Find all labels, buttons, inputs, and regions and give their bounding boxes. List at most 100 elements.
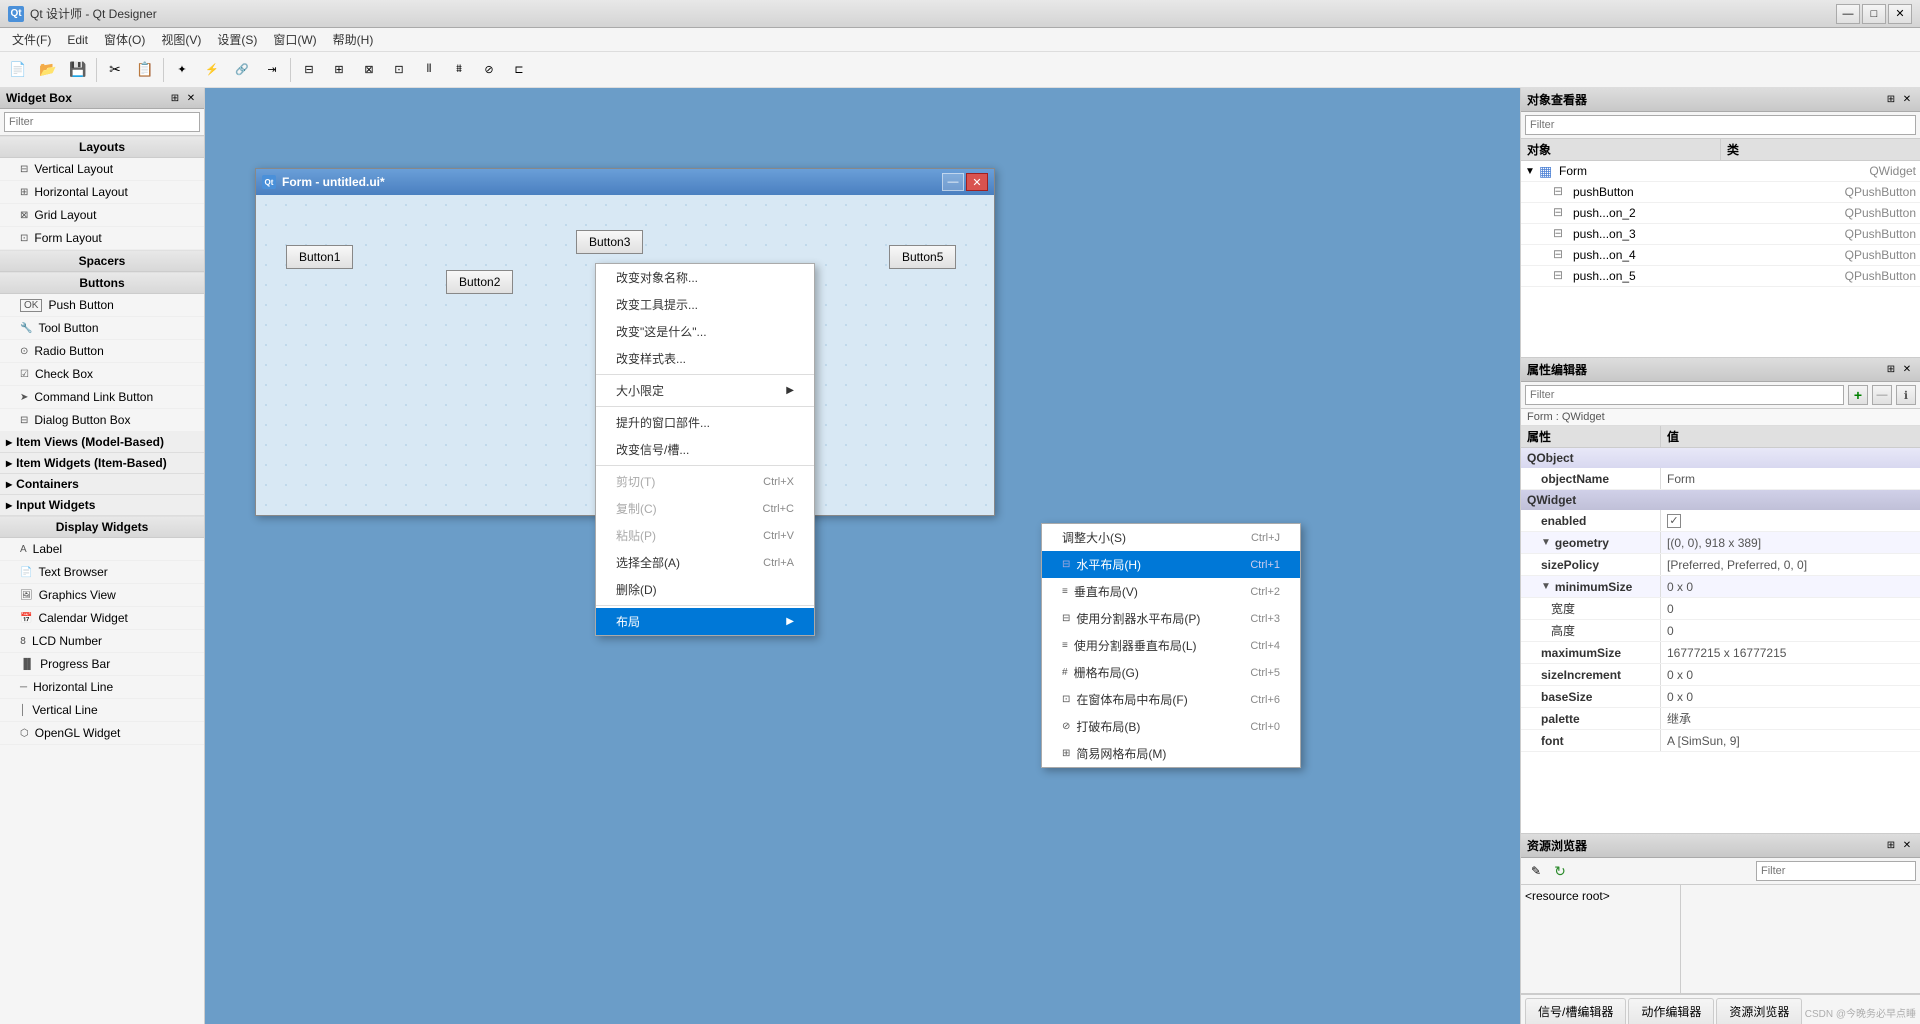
- minsize-expand-arrow[interactable]: ▼: [1541, 581, 1551, 592]
- prop-table[interactable]: QObject objectName Form QWidget enabled …: [1521, 448, 1920, 833]
- ctx-change-name[interactable]: 改变对象名称...: [596, 264, 814, 291]
- toolbar-form[interactable]: ⊡: [385, 56, 413, 84]
- item-views-group[interactable]: ▶ Item Views (Model-Based): [0, 432, 204, 453]
- sub-adjust-size[interactable]: 调整大小(S) Ctrl+J: [1042, 524, 1300, 551]
- tab-resource-browser[interactable]: 资源浏览器: [1716, 998, 1802, 1024]
- ctx-paste[interactable]: 粘贴(P) Ctrl+V: [596, 522, 814, 549]
- minimize-button[interactable]: —: [1836, 4, 1860, 24]
- resource-filter-input[interactable]: [1756, 861, 1916, 881]
- toolbar-hlayout[interactable]: ⊟: [295, 56, 323, 84]
- prop-editor-float[interactable]: ⊞: [1884, 363, 1898, 377]
- prop-row-palette[interactable]: palette 继承: [1521, 708, 1920, 730]
- prop-row-height[interactable]: 高度 0: [1521, 620, 1920, 642]
- wb-item-command-link-button[interactable]: ➤ Command Link Button: [0, 386, 204, 409]
- sub-vlayout[interactable]: ≡ 垂直布局(V) Ctrl+2: [1042, 578, 1300, 605]
- sub-splitter-h[interactable]: ⊟ 使用分割器水平布局(P) Ctrl+3: [1042, 605, 1300, 632]
- wb-item-progress-bar[interactable]: ▐▌ Progress Bar: [0, 653, 204, 676]
- resource-browser-float[interactable]: ⊞: [1884, 839, 1898, 853]
- form-button-3[interactable]: Button3: [576, 230, 643, 254]
- prop-row-font[interactable]: font A [SimSun, 9]: [1521, 730, 1920, 752]
- prop-row-sizeincrement[interactable]: sizeIncrement 0 x 0: [1521, 664, 1920, 686]
- menu-help[interactable]: 帮助(H): [325, 29, 382, 50]
- prop-info-btn[interactable]: ℹ: [1896, 385, 1916, 405]
- geometry-expand-arrow[interactable]: ▼: [1541, 537, 1551, 548]
- toolbar-cut[interactable]: ✂: [101, 56, 129, 84]
- widget-box-float[interactable]: ⊞: [168, 91, 182, 105]
- obj-inspector-close[interactable]: ✕: [1900, 93, 1914, 107]
- ctx-change-stylesheet[interactable]: 改变样式表...: [596, 345, 814, 372]
- toolbar-split-v[interactable]: ⩩: [445, 56, 473, 84]
- wb-item-horizontal-layout[interactable]: ⊞ Horizontal Layout: [0, 181, 204, 204]
- menu-settings[interactable]: 设置(S): [209, 29, 265, 50]
- toolbar-open[interactable]: 📂: [34, 56, 62, 84]
- prop-value-objectname[interactable]: Form: [1661, 468, 1920, 489]
- ctx-delete[interactable]: 删除(D): [596, 576, 814, 603]
- form-button-5[interactable]: Button5: [889, 245, 956, 269]
- wb-item-lcd-number[interactable]: 8 LCD Number: [0, 630, 204, 653]
- obj-row-form[interactable]: ▼ ▦ Form QWidget: [1521, 161, 1920, 182]
- prop-row-basesize[interactable]: baseSize 0 x 0: [1521, 686, 1920, 708]
- prop-value-enabled[interactable]: ✓: [1661, 510, 1920, 531]
- wb-item-radio-button[interactable]: ⊙ Radio Button: [0, 340, 204, 363]
- sub-form[interactable]: ⊡ 在窗体布局中布局(F) Ctrl+6: [1042, 686, 1300, 713]
- item-widgets-group[interactable]: ▶ Item Widgets (Item-Based): [0, 453, 204, 474]
- wb-item-calendar-widget[interactable]: 📅 Calendar Widget: [0, 607, 204, 630]
- toolbar-vlayout[interactable]: ⊞: [325, 56, 353, 84]
- tab-action-editor[interactable]: 动作编辑器: [1628, 998, 1714, 1024]
- tab-signal-slot[interactable]: 信号/槽编辑器: [1525, 998, 1626, 1024]
- ctx-layout[interactable]: 布局 ▶: [596, 608, 814, 635]
- obj-row-pb2[interactable]: ⊟ push...on_2 QPushButton: [1521, 203, 1920, 224]
- sub-simple-grid[interactable]: ⊞ 简易网格布局(M): [1042, 740, 1300, 767]
- prop-row-objectname[interactable]: objectName Form: [1521, 468, 1920, 490]
- prop-row-maxsize[interactable]: maximumSize 16777215 x 16777215: [1521, 642, 1920, 664]
- ctx-size-constraint[interactable]: 大小限定 ▶: [596, 377, 814, 404]
- obj-row-pb3[interactable]: ⊟ push...on_3 QPushButton: [1521, 224, 1920, 245]
- prop-editor-close[interactable]: ✕: [1900, 363, 1914, 377]
- wb-item-graphics-view[interactable]: 🖼 Graphics View: [0, 584, 204, 607]
- close-button[interactable]: ✕: [1888, 4, 1912, 24]
- prop-add-btn[interactable]: +: [1848, 385, 1868, 405]
- enabled-checkbox[interactable]: ✓: [1667, 514, 1681, 528]
- display-widgets-section[interactable]: Display Widgets: [0, 516, 204, 538]
- toolbar-save[interactable]: 💾: [64, 56, 92, 84]
- form-button-2[interactable]: Button2: [446, 270, 513, 294]
- form-close[interactable]: ✕: [966, 173, 988, 191]
- obj-tree[interactable]: ▼ ▦ Form QWidget ⊟ pushButton QPushButto…: [1521, 161, 1920, 357]
- obj-inspector-float[interactable]: ⊞: [1884, 93, 1898, 107]
- toolbar-signal-slot[interactable]: ⚡: [198, 56, 226, 84]
- menu-file[interactable]: 文件(F): [4, 29, 59, 50]
- design-area[interactable]: Qt Form - untitled.ui* — ✕ Button1 Butto…: [205, 88, 1520, 1024]
- prop-row-enabled[interactable]: enabled ✓: [1521, 510, 1920, 532]
- obj-row-pb5[interactable]: ⊟ push...on_5 QPushButton: [1521, 266, 1920, 287]
- toolbar-break[interactable]: ⊘: [475, 56, 503, 84]
- sub-hlayout[interactable]: ⊟ 水平布局(H) Ctrl+1: [1042, 551, 1300, 578]
- prop-row-width[interactable]: 宽度 0: [1521, 598, 1920, 620]
- sub-break[interactable]: ⊘ 打破布局(B) Ctrl+0: [1042, 713, 1300, 740]
- widget-box-filter-input[interactable]: [4, 112, 200, 132]
- prop-row-minsize[interactable]: ▼minimumSize 0 x 0: [1521, 576, 1920, 598]
- wb-item-vertical-layout[interactable]: ⊟ Vertical Layout: [0, 158, 204, 181]
- toolbar-tab-order[interactable]: ⇥: [258, 56, 286, 84]
- prop-row-sizepolicy[interactable]: sizePolicy [Preferred, Preferred, 0, 0]: [1521, 554, 1920, 576]
- prop-value-height[interactable]: 0: [1661, 620, 1920, 641]
- resource-tree[interactable]: <resource root>: [1521, 885, 1681, 993]
- containers-group[interactable]: ▶ Containers: [0, 474, 204, 495]
- toolbar-grid[interactable]: ⊠: [355, 56, 383, 84]
- toolbar-new[interactable]: 📄: [4, 56, 32, 84]
- prop-row-geometry[interactable]: ▼geometry [(0, 0), 918 x 389]: [1521, 532, 1920, 554]
- wb-item-opengl-widget[interactable]: ⬡ OpenGL Widget: [0, 722, 204, 745]
- toolbar-copy[interactable]: 📋: [131, 56, 159, 84]
- wb-item-check-box[interactable]: ☑ Check Box: [0, 363, 204, 386]
- wb-item-text-browser[interactable]: 📄 Text Browser: [0, 561, 204, 584]
- ctx-select-all[interactable]: 选择全部(A) Ctrl+A: [596, 549, 814, 576]
- toolbar-widget-edit[interactable]: ✦: [168, 56, 196, 84]
- maximize-button[interactable]: □: [1862, 4, 1886, 24]
- resource-browser-close[interactable]: ✕: [1900, 839, 1914, 853]
- ctx-change-tooltip[interactable]: 改变工具提示...: [596, 291, 814, 318]
- menu-form[interactable]: 窗体(O): [96, 29, 153, 50]
- wb-item-horizontal-line[interactable]: ─ Horizontal Line: [0, 676, 204, 699]
- form-button-1[interactable]: Button1: [286, 245, 353, 269]
- wb-item-label[interactable]: A Label: [0, 538, 204, 561]
- resource-edit-btn[interactable]: ✎: [1525, 860, 1547, 882]
- wb-item-tool-button[interactable]: 🔧 Tool Button: [0, 317, 204, 340]
